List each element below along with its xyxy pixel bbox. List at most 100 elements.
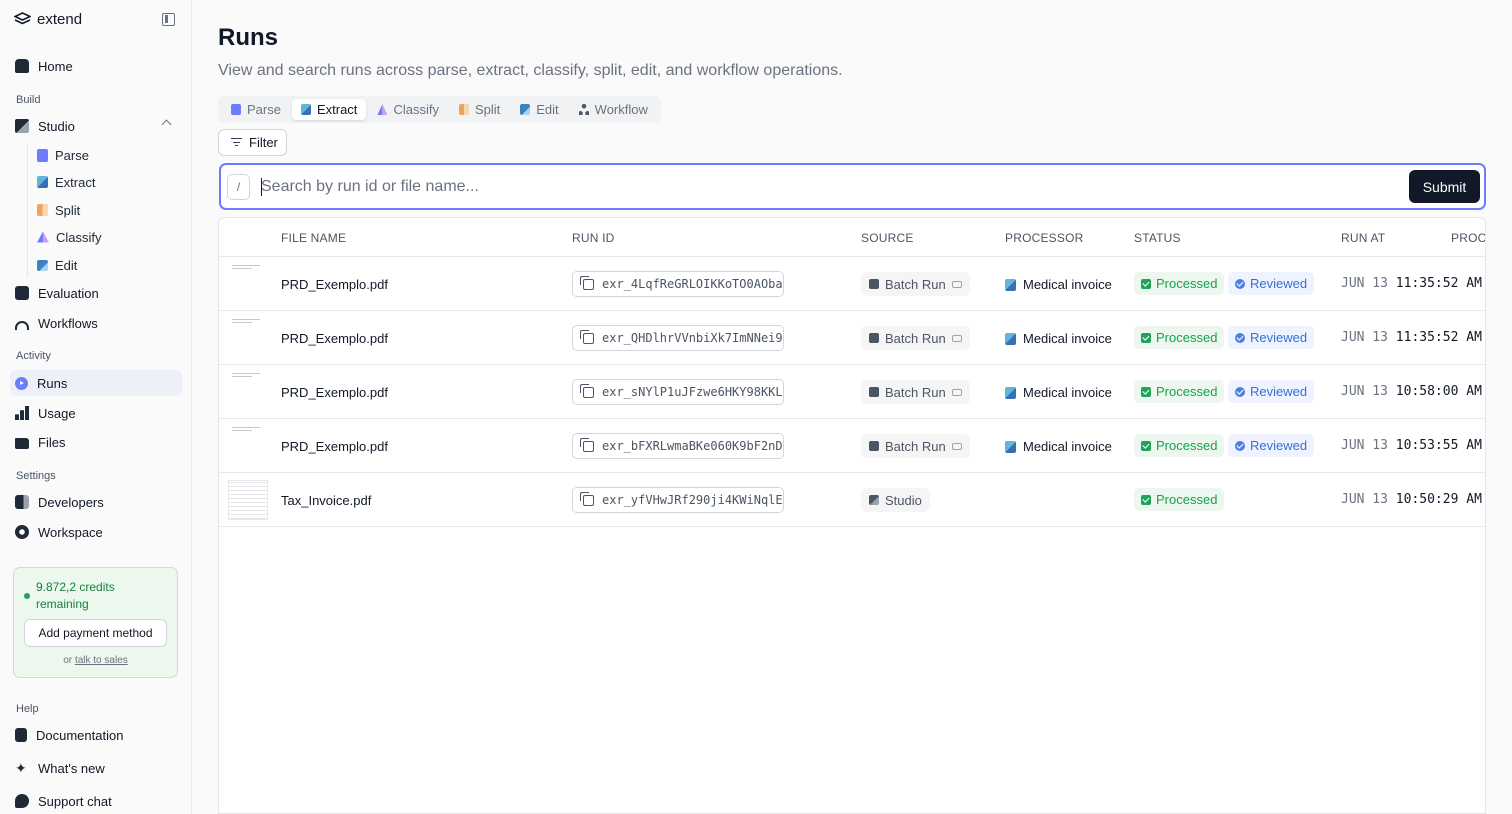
run-id-chip[interactable]: exr_yfVHwJRf290ji4KWiNqlE: [572, 487, 784, 513]
column-header-run-at[interactable]: RUN AT: [1341, 231, 1385, 245]
status-badge: Processed: [1134, 488, 1225, 511]
sidebar-item-files[interactable]: Files: [10, 429, 182, 455]
tab-label: Workflow: [594, 102, 648, 117]
link-icon[interactable]: [951, 280, 962, 288]
column-header-file-name[interactable]: FILE NAME: [281, 231, 346, 245]
check-circle-icon: [1235, 440, 1245, 451]
tab-parse[interactable]: Parse: [222, 99, 290, 120]
table-row[interactable]: PRD_Exemplo.pdf exr_4LqfReGRLOIKKoTO0AOb…: [219, 257, 1485, 311]
check-circle-icon: [1235, 332, 1245, 343]
status-label: Processed: [1156, 276, 1218, 291]
extract-icon: [300, 104, 311, 115]
text-cursor: [261, 178, 262, 196]
column-header-processor[interactable]: PROCESSOR: [1005, 231, 1083, 245]
brand-name: extend: [37, 11, 83, 28]
sidebar-item-evaluation[interactable]: Evaluation: [10, 280, 182, 306]
filter-label: Filter: [249, 135, 278, 150]
filter-icon: [231, 138, 242, 147]
review-badge: Reviewed: [1228, 380, 1315, 403]
submit-button[interactable]: Submit: [1409, 170, 1480, 203]
tab-classify[interactable]: Classify: [368, 99, 448, 120]
brand[interactable]: extend: [14, 11, 82, 28]
sidebar-item-label: Documentation: [36, 727, 124, 743]
processor[interactable]: Medical invoice: [1005, 331, 1112, 346]
sidebar-item-support-chat[interactable]: Support chat: [10, 788, 182, 814]
extract-icon: [1005, 332, 1016, 345]
run-id-chip[interactable]: exr_sNYlP1uJFzwe6HKY98KKL: [572, 379, 784, 405]
file-name[interactable]: PRD_Exemplo.pdf: [281, 331, 388, 346]
source-label: Batch Run: [885, 384, 946, 400]
run-at: JUN 13 10:50:29 AM: [1341, 492, 1482, 507]
sidebar-item-whats-new[interactable]: ✦ What's new: [10, 755, 182, 781]
developers-icon: [15, 495, 29, 509]
source-label: Batch Run: [885, 276, 946, 292]
sidebar-item-parse[interactable]: Parse: [37, 144, 89, 166]
processor[interactable]: Medical invoice: [1005, 439, 1112, 454]
status-badge: Processed: [1134, 326, 1225, 349]
runs-icon: [15, 376, 28, 390]
tab-workflow[interactable]: Workflow: [570, 99, 657, 120]
run-at: JUN 13 11:35:52 AM: [1341, 276, 1482, 291]
status-badge: Processed: [1134, 380, 1225, 403]
column-header-status[interactable]: STATUS: [1134, 231, 1181, 245]
credits-remaining: 9.872,2 credits remaining: [36, 580, 115, 611]
sidebar-item-split[interactable]: Split: [37, 199, 80, 221]
file-name[interactable]: PRD_Exemplo.pdf: [281, 385, 388, 400]
tab-split[interactable]: Split: [450, 99, 509, 120]
filter-button[interactable]: Filter: [218, 129, 287, 156]
processor-name: Medical invoice: [1023, 331, 1112, 346]
add-payment-method-button[interactable]: Add payment method: [24, 619, 167, 647]
run-id-chip[interactable]: exr_QHDlhrVVnbiXk7ImNNei9: [572, 325, 784, 351]
search-input[interactable]: [261, 173, 1361, 201]
sidebar-item-extract[interactable]: Extract: [37, 171, 95, 193]
tab-edit[interactable]: Edit: [511, 99, 567, 120]
file-thumbnail: [232, 265, 260, 273]
column-header-proc[interactable]: PROCI: [1451, 231, 1485, 245]
evaluation-icon: [15, 286, 29, 300]
column-header-run-id[interactable]: RUN ID: [572, 231, 615, 245]
sidebar-item-home[interactable]: Home: [10, 53, 182, 79]
sidebar-item-workspace[interactable]: Workspace: [10, 519, 182, 545]
search-shortcut-key: /: [227, 174, 250, 200]
link-icon[interactable]: [951, 388, 962, 396]
run-time: 10:53:55 AM: [1395, 438, 1482, 453]
run-at: JUN 13 10:58:00 AM: [1341, 384, 1482, 399]
tab-label: Split: [474, 102, 501, 117]
sidebar-item-developers[interactable]: Developers: [10, 489, 182, 515]
tab-extract[interactable]: Extract: [291, 99, 367, 120]
table-row[interactable]: Tax_Invoice.pdf exr_yfVHwJRf290ji4KWiNql…: [219, 473, 1485, 527]
sidebar-item-workflows[interactable]: Workflows: [10, 310, 182, 336]
table-row[interactable]: PRD_Exemplo.pdf exr_sNYlP1uJFzwe6HKY98KK…: [219, 365, 1485, 419]
sidebar-item-edit[interactable]: Edit: [37, 254, 77, 276]
status-badge: Processed: [1134, 272, 1225, 295]
sidebar-item-label: Home: [38, 58, 73, 74]
link-icon[interactable]: [951, 334, 962, 342]
batch-run-icon: [869, 387, 879, 397]
link-icon[interactable]: [951, 442, 962, 450]
file-name[interactable]: PRD_Exemplo.pdf: [281, 439, 388, 454]
file-name[interactable]: PRD_Exemplo.pdf: [281, 277, 388, 292]
split-icon: [458, 104, 469, 115]
file-name[interactable]: Tax_Invoice.pdf: [281, 493, 371, 508]
page-title: Runs: [218, 24, 278, 51]
table-row[interactable]: PRD_Exemplo.pdf exr_QHDlhrVVnbiXk7ImNNei…: [219, 311, 1485, 365]
sidebar-item-classify[interactable]: Classify: [37, 226, 102, 248]
sidebar-item-usage[interactable]: Usage: [10, 400, 182, 426]
sidebar-item-studio[interactable]: Studio: [10, 113, 182, 139]
processor[interactable]: Medical invoice: [1005, 277, 1112, 292]
sidebar-item-documentation[interactable]: Documentation: [10, 722, 182, 748]
sidebar-item-runs[interactable]: Runs: [10, 370, 182, 396]
collapse-sidebar-icon[interactable]: [162, 13, 175, 26]
status-label: Processed: [1156, 330, 1218, 345]
sidebar: extend Home Build Studio Parse Extract S…: [0, 0, 192, 814]
talk-to-sales-link[interactable]: talk to sales: [75, 655, 128, 666]
review-badge: Reviewed: [1228, 434, 1315, 457]
run-id-chip[interactable]: exr_4LqfReGRLOIKKoTO0AOba: [572, 271, 784, 297]
search-bar: / Submit: [219, 163, 1486, 210]
column-header-source[interactable]: SOURCE: [861, 231, 914, 245]
run-id-chip[interactable]: exr_bFXRLwmaBKe060K9bF2nD: [572, 433, 784, 459]
processor[interactable]: Medical invoice: [1005, 385, 1112, 400]
status-label: Processed: [1156, 438, 1218, 453]
sparkle-icon: ✦: [15, 760, 27, 776]
table-row[interactable]: PRD_Exemplo.pdf exr_bFXRLwmaBKe060K9bF2n…: [219, 419, 1485, 473]
